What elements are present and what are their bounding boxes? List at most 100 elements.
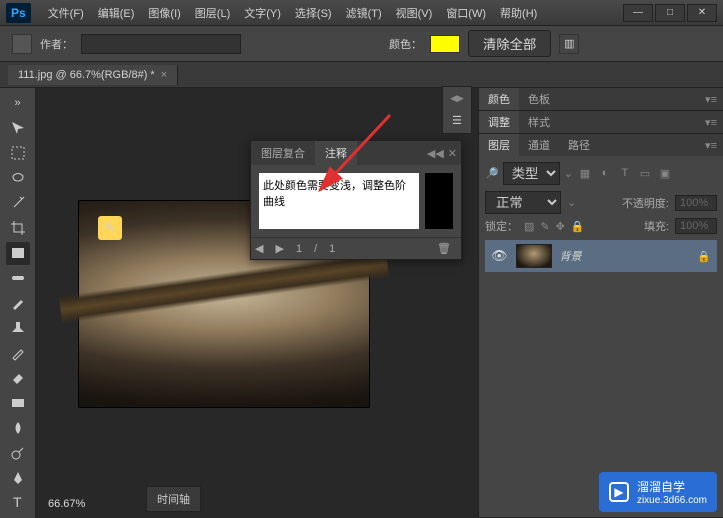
watermark-brand: 溜溜自学 bbox=[637, 478, 707, 495]
eraser-tool[interactable] bbox=[6, 366, 30, 389]
window-controls: — □ ✕ bbox=[623, 4, 717, 22]
menu-window[interactable]: 窗口(W) bbox=[439, 1, 493, 25]
tab-layers[interactable]: 图层 bbox=[479, 134, 519, 156]
panel-toggle-icon[interactable]: ▥ bbox=[559, 34, 579, 54]
filter-pixel-icon[interactable]: ▦ bbox=[577, 167, 593, 180]
tab-swatches[interactable]: 色板 bbox=[519, 88, 559, 110]
fill-value[interactable]: 100% bbox=[675, 218, 717, 234]
dropdown-icon[interactable]: ⌄ bbox=[564, 167, 573, 180]
document-tabs: 111.jpg @ 66.7%(RGB/8#) * × bbox=[0, 62, 723, 88]
maximize-button[interactable]: □ bbox=[655, 4, 685, 22]
menu-edit[interactable]: 编辑(E) bbox=[91, 1, 142, 25]
tab-channels[interactable]: 通道 bbox=[519, 134, 559, 156]
heal-tool[interactable] bbox=[6, 267, 30, 290]
right-panels: 颜色 色板 ▾≡ 调整 样式 ▾≡ 图层 通道 路径 ▾≡ 🔎 类型 bbox=[478, 88, 723, 518]
adjustments-panel: 调整 样式 ▾≡ bbox=[479, 111, 723, 134]
collapsed-panel-strip: ◀▶ ☰ bbox=[442, 86, 472, 134]
panel-menu-icon[interactable]: ▾≡ bbox=[699, 139, 723, 152]
tab-paths[interactable]: 路径 bbox=[559, 134, 599, 156]
menu-filter[interactable]: 滤镜(T) bbox=[339, 1, 389, 25]
zoom-label[interactable]: 66.67% bbox=[48, 498, 85, 510]
menu-layer[interactable]: 图层(L) bbox=[188, 1, 237, 25]
author-label: 作者： bbox=[40, 36, 73, 52]
wand-tool[interactable] bbox=[6, 192, 30, 215]
brush-tool[interactable] bbox=[6, 292, 30, 315]
prev-note-icon[interactable]: ◀ bbox=[255, 242, 263, 255]
close-button[interactable]: ✕ bbox=[687, 4, 717, 22]
timeline-tab[interactable]: 时间轴 bbox=[146, 486, 201, 512]
filter-text-icon[interactable]: T bbox=[617, 167, 633, 180]
options-bar: 作者： 颜色： 清除全部 ▥ bbox=[0, 26, 723, 62]
note-page-total: 1 bbox=[329, 243, 335, 255]
color-label: 颜色： bbox=[389, 36, 422, 52]
layer-thumbnail[interactable] bbox=[516, 244, 552, 268]
search-icon[interactable]: 🔎 bbox=[485, 167, 499, 180]
document-tab[interactable]: 111.jpg @ 66.7%(RGB/8#) * × bbox=[8, 65, 178, 85]
blur-tool[interactable] bbox=[6, 416, 30, 439]
panel-menu-icon[interactable]: ▾≡ bbox=[699, 93, 723, 106]
filter-kind-select[interactable]: 类型 bbox=[503, 162, 560, 185]
author-input[interactable] bbox=[81, 34, 241, 54]
color-panel: 颜色 色板 ▾≡ bbox=[479, 88, 723, 111]
panel-menu-icon[interactable]: ▾≡ bbox=[699, 116, 723, 129]
note-page-sep: / bbox=[314, 243, 317, 255]
opacity-value[interactable]: 100% bbox=[675, 195, 717, 211]
note-textarea[interactable]: 此处颜色需要变浅，调整色阶曲线 bbox=[259, 173, 419, 229]
filter-smart-icon[interactable]: ▣ bbox=[657, 167, 673, 180]
filter-shape-icon[interactable]: ▭ bbox=[637, 167, 653, 180]
text-tool[interactable]: T bbox=[6, 491, 30, 514]
tab-adjustments[interactable]: 调整 bbox=[479, 111, 519, 133]
menu-help[interactable]: 帮助(H) bbox=[493, 1, 544, 25]
dropdown-icon: ⌄ bbox=[567, 196, 576, 209]
marquee-tool[interactable] bbox=[6, 142, 30, 165]
tab-close-icon[interactable]: × bbox=[161, 69, 167, 81]
history-brush-tool[interactable] bbox=[6, 341, 30, 364]
lock-all-icon[interactable]: 🔒 bbox=[571, 220, 585, 233]
image-content bbox=[59, 250, 390, 324]
gradient-tool[interactable] bbox=[6, 391, 30, 414]
layer-name[interactable]: 背景 bbox=[560, 248, 690, 264]
lock-transparency-icon[interactable]: ▨ bbox=[524, 220, 534, 233]
menu-select[interactable]: 选择(S) bbox=[288, 1, 339, 25]
note-tool[interactable] bbox=[6, 242, 30, 265]
tab-color[interactable]: 颜色 bbox=[479, 88, 519, 110]
menu-bar: Ps 文件(F) 编辑(E) 图像(I) 图层(L) 文字(Y) 选择(S) 滤… bbox=[0, 0, 723, 26]
menu-view[interactable]: 视图(V) bbox=[389, 1, 440, 25]
lasso-tool[interactable] bbox=[6, 167, 30, 190]
visibility-icon[interactable]: 👁 bbox=[491, 248, 508, 264]
panel-icon[interactable]: ☰ bbox=[452, 114, 462, 127]
crop-tool[interactable] bbox=[6, 217, 30, 240]
menu-image[interactable]: 图像(I) bbox=[141, 1, 187, 25]
pen-tool[interactable] bbox=[6, 466, 30, 489]
fill-label: 填充: bbox=[644, 218, 669, 234]
clear-all-button[interactable]: 清除全部 bbox=[468, 30, 551, 57]
layer-item[interactable]: 👁 背景 🔒 bbox=[485, 240, 717, 272]
svg-text:T: T bbox=[13, 494, 22, 510]
app-logo: Ps bbox=[6, 3, 31, 23]
delete-note-icon[interactable]: 🗑 bbox=[437, 242, 457, 255]
next-note-icon[interactable]: ▶ bbox=[275, 242, 283, 255]
tab-layer-comps[interactable]: 图层复合 bbox=[251, 141, 315, 165]
color-swatch[interactable] bbox=[430, 35, 460, 53]
move-tool[interactable] bbox=[6, 117, 30, 140]
collapse-icon[interactable]: ◀◀ bbox=[427, 147, 444, 160]
expand-icon[interactable]: » bbox=[6, 92, 30, 115]
note-marker-icon[interactable]: ✎ bbox=[98, 216, 122, 240]
note-tool-icon[interactable] bbox=[12, 34, 32, 54]
blend-mode-select[interactable]: 正常 bbox=[485, 191, 561, 214]
minimize-button[interactable]: — bbox=[623, 4, 653, 22]
lock-position-icon[interactable]: ✥ bbox=[556, 220, 565, 233]
watermark: ▶ 溜溜自学 zixue.3d66.com bbox=[599, 472, 717, 512]
stamp-tool[interactable] bbox=[6, 316, 30, 339]
menu-file[interactable]: 文件(F) bbox=[41, 1, 91, 25]
dodge-tool[interactable] bbox=[6, 441, 30, 464]
watermark-url: zixue.3d66.com bbox=[637, 495, 707, 506]
filter-adjust-icon[interactable]: ◐ bbox=[597, 167, 613, 180]
menu-type[interactable]: 文字(Y) bbox=[237, 1, 288, 25]
close-icon[interactable]: ✕ bbox=[448, 147, 457, 160]
collapse-icon[interactable]: ◀▶ bbox=[450, 93, 464, 104]
tab-notes[interactable]: 注释 bbox=[315, 141, 357, 165]
filter-icons: ▦ ◐ T ▭ ▣ bbox=[577, 167, 673, 180]
tab-styles[interactable]: 样式 bbox=[519, 111, 559, 133]
lock-pixels-icon[interactable]: ✎ bbox=[540, 220, 549, 233]
